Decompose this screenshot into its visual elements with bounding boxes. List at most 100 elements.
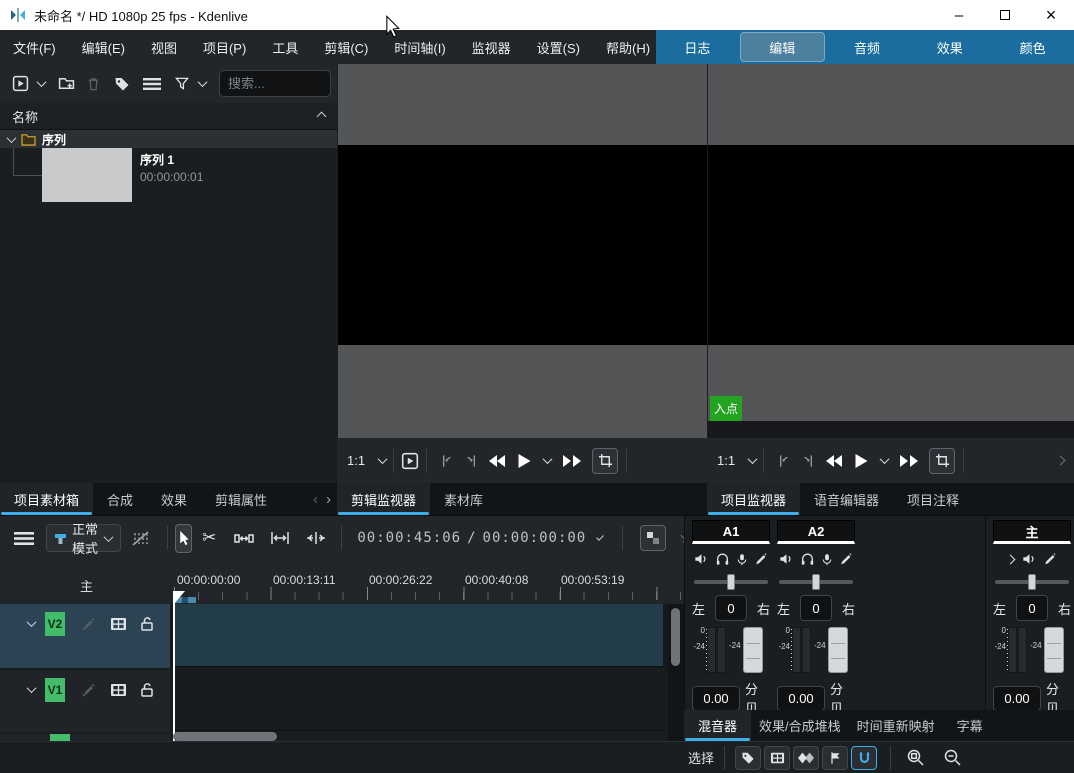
play-dropdown-icon[interactable] (543, 454, 553, 464)
fast-forward-icon[interactable] (563, 454, 581, 468)
filter-icon[interactable] (174, 76, 190, 91)
tab-effect-stack[interactable]: 效果/合成堆栈 (751, 710, 849, 741)
set-in-point-icon[interactable] (439, 453, 454, 469)
tab-scroll-right-icon[interactable]: › (326, 491, 331, 508)
mixed-audio-video-icon[interactable] (640, 525, 666, 551)
tab-project-monitor[interactable]: 项目监视器 (707, 483, 800, 515)
menu-clip[interactable]: 剪辑(C) (311, 30, 381, 64)
tab-compositions[interactable]: 合成 (93, 483, 147, 515)
tab-effects[interactable]: 效果 (147, 483, 201, 515)
menu-help[interactable]: 帮助(H) (593, 30, 663, 64)
snap-magnet-button[interactable] (851, 746, 877, 770)
mixer-channel-name[interactable]: A2 (777, 520, 855, 544)
folder-expand-icon[interactable] (7, 133, 17, 143)
vertical-scrollbar[interactable] (668, 604, 684, 741)
tab-library[interactable]: 素材库 (430, 483, 497, 515)
bin-name-header[interactable]: 名称 (0, 103, 337, 130)
rewind-icon[interactable] (826, 454, 844, 468)
play-icon[interactable] (854, 453, 869, 469)
pan-slider-handle[interactable] (1028, 574, 1036, 590)
mute-speaker-icon[interactable] (694, 552, 709, 566)
track-lane-v1[interactable] (174, 670, 663, 731)
track-badge-v1[interactable]: V1 (45, 678, 65, 702)
mute-speaker-icon[interactable] (779, 552, 794, 566)
rewind-icon[interactable] (489, 454, 507, 468)
collapse-mixer-icon[interactable] (1005, 554, 1015, 564)
track-collapse-icon[interactable] (27, 617, 37, 627)
master-track-label[interactable]: 主 (80, 576, 93, 595)
tab-project-bin[interactable]: 项目素材箱 (0, 483, 93, 515)
pan-slider-handle[interactable] (812, 574, 820, 590)
volume-fader[interactable] (1044, 627, 1064, 673)
track-effects-icon[interactable] (81, 682, 97, 698)
project-monitor-zoom-level[interactable]: 1:1 (717, 453, 735, 468)
tab-project-notes[interactable]: 项目注释 (893, 483, 973, 515)
play-dropdown-icon[interactable] (880, 454, 890, 464)
track-video-icon[interactable] (110, 682, 127, 698)
collapse-icon[interactable] (317, 111, 327, 121)
mixer-channel-name[interactable]: 主 (993, 520, 1071, 544)
selection-tool-button[interactable] (175, 524, 192, 553)
mute-speaker-icon[interactable] (1022, 552, 1037, 566)
track-lock-icon[interactable] (140, 682, 154, 698)
track-header-v2[interactable]: V2 (0, 604, 170, 668)
edit-mode-dropdown[interactable]: 正常模式 (46, 524, 121, 552)
menu-timeline[interactable]: 时间轴(I) (381, 30, 458, 64)
workspace-tab-audio[interactable]: 音频 (826, 30, 909, 64)
project-monitor-video[interactable] (708, 145, 1074, 345)
minimize-button[interactable]: – (936, 0, 982, 30)
monitor-overlay-icon[interactable] (401, 452, 419, 470)
tag-icon[interactable] (114, 76, 130, 92)
balance-value[interactable]: 0 (800, 595, 832, 621)
db-value[interactable]: 0.00 (993, 686, 1041, 711)
fast-forward-icon[interactable] (900, 454, 918, 468)
markers-flag-button[interactable] (822, 746, 848, 770)
timeline-menu-icon[interactable] (14, 531, 34, 546)
tab-clip-monitor[interactable]: 剪辑监视器 (337, 483, 430, 515)
zoom-fit-icon[interactable] (907, 749, 924, 766)
filter-dropdown-icon[interactable] (198, 77, 208, 87)
add-clip-dropdown-icon[interactable] (37, 77, 47, 87)
set-in-point-icon[interactable] (776, 453, 791, 469)
timeline-position-timecode[interactable]: 00:00:45:06 (357, 530, 461, 546)
track-lock-icon[interactable] (140, 616, 154, 632)
zone-mode-icon[interactable] (592, 448, 618, 474)
pan-slider-handle[interactable] (727, 574, 735, 590)
clip-thumbnail[interactable] (42, 148, 132, 202)
effects-pen-icon[interactable] (839, 552, 854, 566)
create-folder-icon[interactable] (58, 75, 75, 92)
record-mic-icon[interactable] (736, 552, 748, 567)
zoom-out-icon[interactable] (944, 749, 961, 766)
maximize-button[interactable] (982, 0, 1028, 30)
timecode-dropdown-icon[interactable] (596, 533, 604, 541)
menu-project[interactable]: 项目(P) (190, 30, 259, 64)
menu-settings[interactable]: 设置(S) (524, 30, 593, 64)
mixer-channel-name[interactable]: A1 (692, 520, 770, 544)
workspace-tab-effects[interactable]: 效果 (908, 30, 991, 64)
clip-monitor-zoom-level[interactable]: 1:1 (347, 453, 365, 468)
effects-pen-icon[interactable] (754, 552, 769, 566)
keyframes-toggle-button[interactable] (793, 746, 819, 770)
playhead-marker[interactable] (174, 591, 185, 604)
tab-scroll-left-icon[interactable]: ‹ (313, 491, 318, 508)
zoom-dropdown-icon[interactable] (378, 454, 388, 464)
db-value[interactable]: 0.00 (777, 686, 825, 711)
bin-folder-row[interactable]: 序列 (0, 130, 337, 148)
workspace-tab-edit[interactable]: 编辑 (740, 32, 825, 62)
monitor-headphones-icon[interactable] (800, 552, 815, 566)
pan-slider[interactable] (995, 574, 1069, 590)
workspace-tab-log[interactable]: 日志 (656, 30, 739, 64)
effects-pen-icon[interactable] (1043, 552, 1058, 566)
volume-fader[interactable] (743, 627, 763, 673)
pan-slider[interactable] (694, 574, 768, 590)
tab-subtitles[interactable]: 字幕 (943, 710, 997, 741)
monitor-headphones-icon[interactable] (715, 552, 730, 566)
thumbnails-toggle-button[interactable] (764, 746, 790, 770)
track-effects-icon[interactable] (81, 616, 97, 632)
zoom-dropdown-icon[interactable] (748, 454, 758, 464)
bin-clip-item[interactable]: 序列 1 00:00:00:01 (140, 151, 203, 184)
playhead-line[interactable] (173, 591, 175, 741)
menu-edit[interactable]: 编辑(E) (69, 30, 138, 64)
db-value[interactable]: 0.00 (692, 686, 740, 711)
fit-zone-icon[interactable] (270, 531, 290, 545)
